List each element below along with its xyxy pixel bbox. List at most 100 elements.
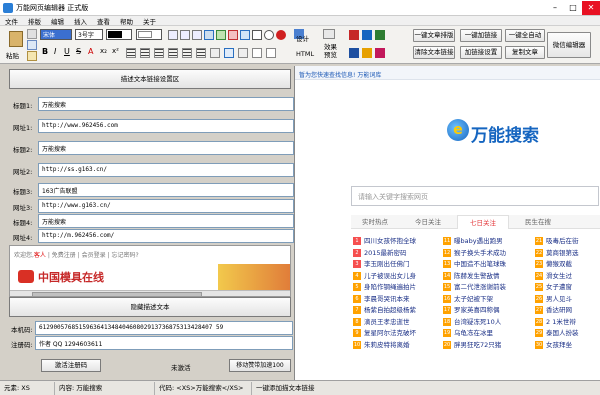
hot-item[interactable]: 20 胖男狂吃72只猪: [443, 339, 501, 349]
hot-item[interactable]: 21 吸毒后在街: [535, 235, 579, 245]
hide-anchor-text-button[interactable]: 隐藏描述文本: [9, 297, 291, 317]
hot-item[interactable]: 26 男人见斗: [535, 293, 572, 303]
hot-item[interactable]: 24 滑女生过: [535, 270, 572, 280]
url1-input[interactable]: http://www.962456.com: [38, 119, 294, 133]
wechat-editor-button[interactable]: 微信编辑器: [547, 32, 591, 58]
special-char-icon[interactable]: [238, 48, 248, 58]
one-click-format-button[interactable]: 一键文章排版: [413, 29, 455, 42]
pen-icon[interactable]: [375, 30, 385, 40]
title4-input[interactable]: 万能搜索: [38, 214, 294, 228]
subscript-button[interactable]: x₂: [100, 47, 107, 55]
hot-item[interactable]: 9 复星阿尔法克破坏: [353, 327, 416, 337]
one-click-auto-button[interactable]: 一键全自动: [505, 29, 545, 42]
hot-item[interactable]: 22 莫商银第选: [535, 247, 579, 257]
move-accelerate-button[interactable]: 移动赞带加速100: [229, 359, 291, 372]
align-left-icon[interactable]: [126, 48, 136, 58]
cut-icon[interactable]: [27, 29, 37, 39]
clear-text-link-button[interactable]: 清除文本链接: [413, 46, 455, 59]
ad-scrollbar[interactable]: [10, 290, 290, 296]
search-input[interactable]: 请输入关键字搜索网页: [351, 186, 599, 206]
ordered-list-icon[interactable]: [182, 48, 192, 58]
hot-item[interactable]: 12 猴子换头手术成功: [443, 247, 506, 257]
hot-item[interactable]: 23 懒猴双截: [535, 258, 572, 268]
hot-item[interactable]: 7 杨紫自拍超级杨紫: [353, 304, 416, 314]
image-icon[interactable]: [216, 30, 226, 40]
hot-item[interactable]: 25 女子遭窗: [535, 281, 572, 291]
email-icon[interactable]: [349, 30, 359, 40]
hot-item[interactable]: 28 2 1米世辩: [535, 316, 576, 326]
anchor-settings-header-button[interactable]: 描述文本链接设置区: [9, 69, 291, 89]
design-mode-button[interactable]: 设计: [296, 33, 309, 43]
bold-button[interactable]: B: [42, 47, 48, 56]
indent-icon[interactable]: [168, 30, 178, 40]
html-mode-button[interactable]: HTML: [296, 50, 314, 58]
menu-layout[interactable]: 排版: [23, 16, 46, 26]
hr-icon[interactable]: [210, 48, 220, 58]
activate-button[interactable]: 激活注册码: [41, 359, 101, 372]
text-color-select[interactable]: [106, 29, 132, 40]
url2-input[interactable]: http://ss.g163.cn/: [38, 163, 294, 177]
link-settings-button[interactable]: 加链接设置: [460, 46, 502, 59]
hot-item[interactable]: 30 女孩拜坐: [535, 339, 572, 349]
table-icon[interactable]: [204, 30, 214, 40]
tab-today[interactable]: 今日关注: [403, 215, 453, 229]
font-color-button[interactable]: A: [88, 47, 93, 56]
paste-icon[interactable]: [9, 31, 23, 47]
url4-input[interactable]: http://m.962456.com/: [38, 229, 294, 243]
maximize-button[interactable]: □: [564, 1, 582, 15]
copy-article-button[interactable]: 复制文章: [505, 46, 545, 59]
brush-icon[interactable]: [362, 30, 372, 40]
underline-button[interactable]: U: [64, 47, 70, 56]
hot-item[interactable]: 17 罗家英喜四称偶: [443, 304, 500, 314]
text-input-icon[interactable]: [252, 48, 262, 58]
hot-item[interactable]: 19 乌龟冻在冰里: [443, 327, 493, 337]
ad-links[interactable]: | 免费注册 | 会员登录 | 忘记密码?: [48, 252, 139, 259]
hot-item[interactable]: 29 泰国人扮装: [535, 327, 579, 337]
hot-item[interactable]: 13 中国造不出笔球珠: [443, 258, 506, 268]
textarea-icon[interactable]: [266, 48, 276, 58]
italic-button[interactable]: I: [54, 47, 56, 56]
copy-icon[interactable]: [27, 40, 37, 50]
menu-file[interactable]: 文件: [0, 16, 23, 26]
find-icon[interactable]: [224, 48, 234, 58]
menu-edit[interactable]: 编辑: [46, 16, 69, 26]
menu-insert[interactable]: 插入: [69, 16, 92, 26]
reg-code-input[interactable]: 作者 QQ 1294603611: [35, 336, 293, 350]
word-icon[interactable]: [349, 48, 359, 58]
preview-icon[interactable]: [323, 29, 335, 39]
hot-item[interactable]: 18 台湾疑冻死10人: [443, 316, 501, 326]
hot-item[interactable]: 10 朱莉皮特将离婚: [353, 339, 410, 349]
tab-realtime[interactable]: 实时热点: [351, 215, 399, 229]
eraser-icon[interactable]: [375, 48, 385, 58]
font-select[interactable]: 宋体: [40, 29, 72, 40]
one-click-add-link-button[interactable]: 一键加链接: [460, 29, 502, 42]
flash-icon[interactable]: [228, 30, 238, 40]
hot-item[interactable]: 1 四川女孩怀抱全球: [353, 235, 416, 245]
hot-item[interactable]: 14 陈赫发生警敌情: [443, 270, 500, 280]
tab-seven-day[interactable]: 七日关注: [457, 215, 509, 229]
link-icon[interactable]: [240, 30, 250, 40]
menu-view[interactable]: 查看: [92, 16, 115, 26]
align-right-icon[interactable]: [154, 48, 164, 58]
paragraph-icon[interactable]: [192, 30, 202, 40]
close-button[interactable]: ✕: [582, 0, 600, 15]
title3-input[interactable]: 163广告联盟: [38, 183, 294, 197]
format-painter-icon[interactable]: [27, 51, 37, 61]
menu-about[interactable]: 关于: [138, 16, 161, 26]
hot-item[interactable]: 15 富二代泄涨谢前装: [443, 281, 506, 291]
bg-color-select[interactable]: [136, 29, 162, 40]
strikethrough-button[interactable]: S: [76, 47, 81, 56]
hot-item[interactable]: 2 2015最新密码: [353, 247, 407, 257]
hot-item[interactable]: 5 身陷作钢绳遍拍片: [353, 281, 416, 291]
url3-input[interactable]: http://www.g163.cn/: [38, 199, 294, 213]
checkbox-icon[interactable]: [252, 30, 262, 40]
hot-item[interactable]: 3 李玉刚出任佛门: [353, 258, 410, 268]
hot-item[interactable]: 16 太子妃被下架: [443, 293, 493, 303]
tab-livelihood[interactable]: 民生在搜: [513, 215, 563, 229]
record-icon[interactable]: [276, 30, 286, 40]
title2-input[interactable]: 万能搜索: [38, 141, 294, 155]
radio-icon[interactable]: [264, 30, 274, 40]
hot-item[interactable]: 6 李晨哥哭讯本来: [353, 293, 410, 303]
title1-input[interactable]: 万能搜索: [38, 97, 294, 111]
menu-help[interactable]: 帮助: [115, 16, 138, 26]
